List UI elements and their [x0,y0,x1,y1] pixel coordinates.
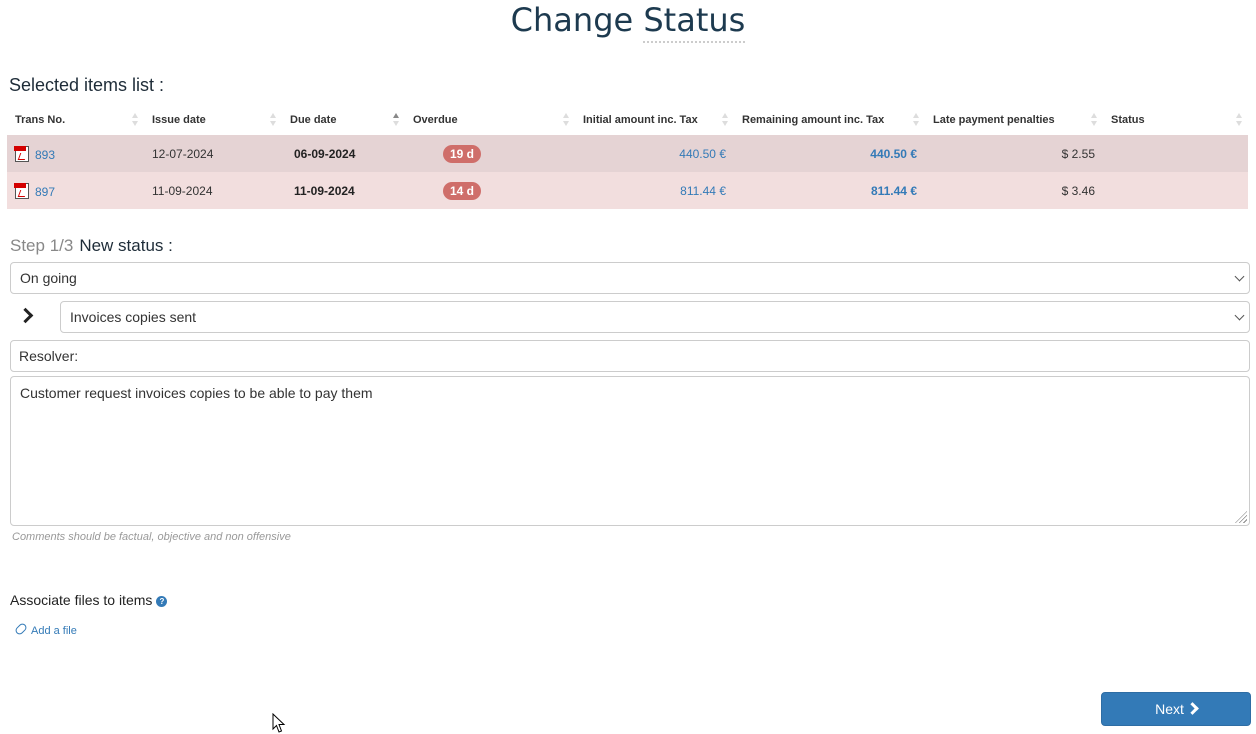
next-button[interactable]: Next [1101,692,1251,726]
chevron-right-icon [17,307,34,324]
overdue-badge: 14 d [443,181,482,200]
help-icon[interactable]: ? [156,596,168,607]
add-file-link[interactable]: Add a file [13,621,77,637]
table-row: 893 12-07-2024 06-09-2024 19 d 440.50 € … [7,135,1248,172]
associate-files-heading: Associate files to items? [10,592,168,608]
sort-icon[interactable] [722,113,728,127]
chevron-right-icon [1186,702,1199,715]
column-header-status[interactable]: Status [1103,104,1248,135]
trans-no-cell: 897 [7,172,144,209]
column-header-due-date[interactable]: Due date [282,104,405,135]
column-header-issue-date[interactable]: Issue date [144,104,282,135]
remaining-amount-cell: 811.44 € [734,172,925,209]
penalties-cell: $ 2.55 [925,135,1103,172]
issue-date-cell: 12-07-2024 [144,135,282,172]
add-file-label: Add a file [31,625,77,637]
status-select-value: On going [20,270,77,286]
remaining-amount-cell: 440.50 € [734,135,925,172]
trans-no-cell: 893 [7,135,144,172]
overdue-badge: 19 d [443,144,482,163]
associate-files-label: Associate files to items [10,592,153,608]
penalties-cell: $ 3.46 [925,172,1103,209]
pdf-icon[interactable] [14,145,29,162]
resize-handle[interactable] [1235,511,1247,523]
comment-textarea[interactable]: Customer request invoices copies to be a… [10,376,1250,526]
due-date-cell: 11-09-2024 [282,172,405,209]
page-title: Change Status [0,0,1256,43]
status-cell [1103,135,1248,172]
sort-icon[interactable] [132,113,138,127]
chevron-down-icon [1234,310,1245,321]
step-indicator: Step 1/3 [10,236,74,255]
initial-amount-cell: 440.50 € [575,135,734,172]
sort-icon[interactable] [563,113,569,127]
comment-text: Customer request invoices copies to be a… [20,385,373,401]
sort-icon[interactable] [270,113,276,127]
column-header-overdue[interactable]: Overdue [405,104,575,135]
page-title-part2: Status [643,1,746,43]
sort-icon[interactable] [913,113,919,127]
resolver-input[interactable]: Resolver: [10,340,1250,372]
sort-icon[interactable] [1236,113,1242,127]
sort-asc-icon[interactable] [393,113,399,127]
resolver-placeholder: Resolver: [19,348,79,364]
overdue-cell: 14 d [405,172,575,209]
new-status-label: New status : [79,236,173,255]
substatus-select[interactable]: Invoices copies sent [60,301,1250,333]
sort-icon[interactable] [1091,113,1097,127]
due-date-cell: 06-09-2024 [282,135,405,172]
column-header-initial-amount[interactable]: Initial amount inc. Tax [575,104,734,135]
next-button-label: Next [1155,701,1184,717]
status-select[interactable]: On going [10,262,1250,294]
column-header-late-penalties[interactable]: Late payment penalties [925,104,1103,135]
table-header-row: Trans No. Issue date Due date Overdue In… [7,104,1248,135]
comment-hint: Comments should be factual, objective an… [12,531,291,543]
selected-items-table: Trans No. Issue date Due date Overdue In… [7,104,1248,209]
table-row: 897 11-09-2024 11-09-2024 14 d 811.44 € … [7,172,1248,209]
page-title-part1: Change [510,1,634,39]
pdf-icon[interactable] [14,182,29,199]
trans-no-link[interactable]: 897 [35,185,55,199]
status-cell [1103,172,1248,209]
step-heading: Step 1/3 New status : [10,236,173,256]
trans-no-link[interactable]: 893 [35,148,55,162]
selected-items-heading: Selected items list : [9,75,165,95]
substatus-select-value: Invoices copies sent [70,309,197,325]
issue-date-cell: 11-09-2024 [144,172,282,209]
paperclip-icon [13,621,29,637]
column-header-trans-no[interactable]: Trans No. [7,104,144,135]
chevron-down-icon [1234,271,1245,282]
column-header-remaining-amount[interactable]: Remaining amount inc. Tax [734,104,925,135]
overdue-cell: 19 d [405,135,575,172]
initial-amount-cell: 811.44 € [575,172,734,209]
